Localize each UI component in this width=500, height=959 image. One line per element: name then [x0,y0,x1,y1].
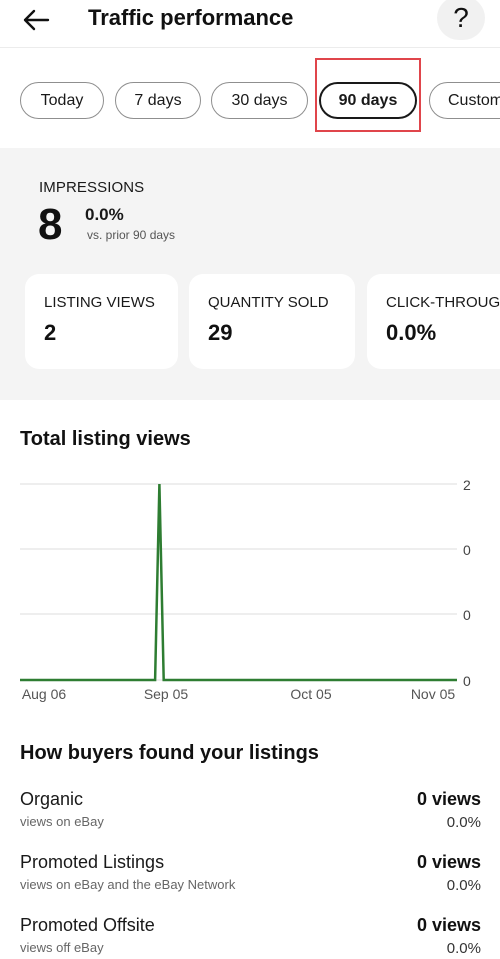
source-row-organic: Organic views on eBay 0 views 0.0% [0,789,500,845]
source-views: 0 views [416,915,481,935]
source-name: Organic [20,789,84,809]
x-tick-label: Oct 05 [290,686,331,702]
y-tick-label: 0 [463,607,471,623]
y-tick-label: 2 [463,477,471,493]
metrics-section: IMPRESSIONS 8 0.0% vs. prior 90 days LIS… [0,148,500,400]
listing-views-chart: 2 0 0 0 Aug 06 Sep 05 Oct 05 Nov 05 [20,477,471,702]
listing-views-value: 2 [44,320,57,345]
impressions-comparison: vs. prior 90 days [87,228,176,242]
source-percent: 0.0% [446,814,481,831]
app-header: Traffic performance ? [0,0,500,48]
source-percent: 0.0% [446,940,481,957]
y-tick-label: 0 [463,542,471,558]
help-icon: ? [453,2,469,33]
quantity-sold-label: QUANTITY SOLD [208,294,329,311]
listing-views-label: LISTING VIEWS [44,294,155,311]
arrow-left-icon [23,9,50,31]
series-line [20,483,457,682]
quantity-sold-value: 29 [208,320,233,345]
impressions-label: IMPRESSIONS [39,179,145,196]
click-through-rate-card[interactable]: CLICK-THROUGH RATE 0.0% [367,274,500,369]
date-range-selector: Today 7 days 30 days 90 days Custom [0,48,500,148]
click-through-rate-label: CLICK-THROUGH RATE [386,294,500,311]
date-chip-today[interactable]: Today [20,82,104,119]
x-tick-label: Aug 06 [22,686,67,702]
date-chip-90-days[interactable]: 90 days [319,82,417,119]
back-button[interactable] [16,4,56,36]
sources-title: How buyers found your listings [20,742,319,764]
date-chip-7-days[interactable]: 7 days [115,82,201,119]
x-tick-label: Nov 05 [411,686,456,702]
source-name: Promoted Offsite [20,915,155,935]
chart-title: Total listing views [20,428,191,450]
date-chip-30-days[interactable]: 30 days [211,82,308,119]
source-percent: 0.0% [446,877,481,894]
source-row-promoted-offsite: Promoted Offsite views off eBay 0 views … [0,915,500,959]
source-description: views on eBay [20,814,104,829]
page-title: Traffic performance [88,5,294,30]
impressions-change: 0.0% [85,205,124,224]
date-chip-custom[interactable]: Custom [429,82,500,119]
click-through-rate-value: 0.0% [386,320,437,345]
listing-views-card[interactable]: LISTING VIEWS 2 [25,274,178,369]
quantity-sold-card[interactable]: QUANTITY SOLD 29 [189,274,355,369]
source-row-promoted-listings: Promoted Listings views on eBay and the … [0,852,500,908]
x-tick-label: Sep 05 [144,686,189,702]
help-button[interactable]: ? [437,0,485,40]
source-description: views on eBay and the eBay Network [20,877,236,892]
y-tick-label: 0 [463,673,471,689]
source-views: 0 views [416,789,481,809]
source-description: views off eBay [20,940,104,955]
source-name: Promoted Listings [20,852,165,872]
source-views: 0 views [416,852,481,872]
impressions-value: 8 [38,200,63,249]
